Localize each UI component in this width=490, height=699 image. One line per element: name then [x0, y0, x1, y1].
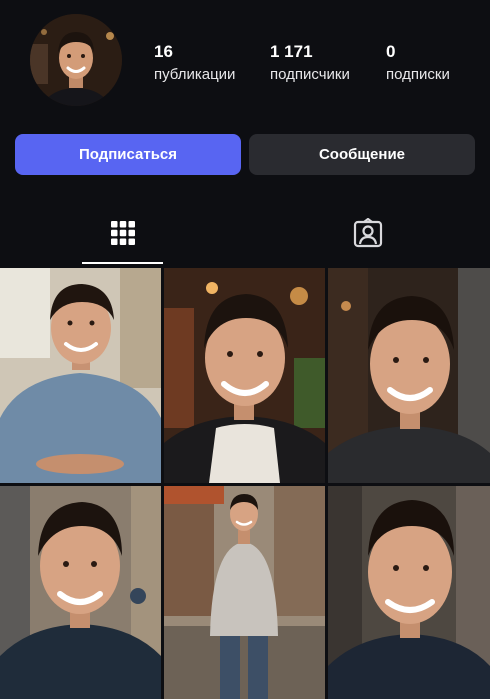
post-thumbnail[interactable] — [164, 486, 325, 699]
post-photo — [164, 486, 325, 699]
avatar[interactable] — [30, 14, 122, 106]
followers-stat[interactable]: 1 171 подписчики — [270, 42, 350, 84]
post-photo — [164, 268, 325, 483]
posts-grid — [0, 268, 490, 699]
grid-icon — [110, 221, 135, 245]
post-thumbnail[interactable] — [0, 486, 161, 699]
tab-grid[interactable] — [0, 200, 245, 266]
tab-tagged[interactable] — [245, 200, 490, 266]
followers-count: 1 171 — [270, 42, 313, 61]
following-stat[interactable]: 0 подписки — [386, 42, 450, 84]
message-button[interactable]: Сообщение — [249, 134, 475, 175]
posts-count: 16 — [154, 42, 173, 61]
profile-header: 16 публикации 1 171 подписчики 0 подписк… — [0, 0, 490, 130]
post-photo — [328, 486, 490, 699]
post-thumbnail[interactable] — [164, 268, 325, 483]
post-photo — [0, 268, 161, 483]
post-photo — [0, 486, 161, 699]
tagged-person-icon — [353, 218, 382, 248]
post-photo — [328, 268, 490, 483]
active-tab-indicator — [82, 262, 163, 264]
post-thumbnail[interactable] — [0, 268, 161, 483]
posts-label: публикации — [154, 66, 236, 83]
profile-tabs — [0, 200, 490, 266]
post-thumbnail[interactable] — [328, 486, 490, 699]
following-label: подписки — [386, 66, 450, 83]
avatar-photo — [30, 14, 122, 106]
followers-label: подписчики — [270, 66, 350, 83]
posts-stat: 16 публикации — [154, 42, 235, 84]
following-count: 0 — [386, 42, 396, 61]
post-thumbnail[interactable] — [328, 268, 490, 483]
follow-button[interactable]: Подписаться — [15, 134, 241, 175]
